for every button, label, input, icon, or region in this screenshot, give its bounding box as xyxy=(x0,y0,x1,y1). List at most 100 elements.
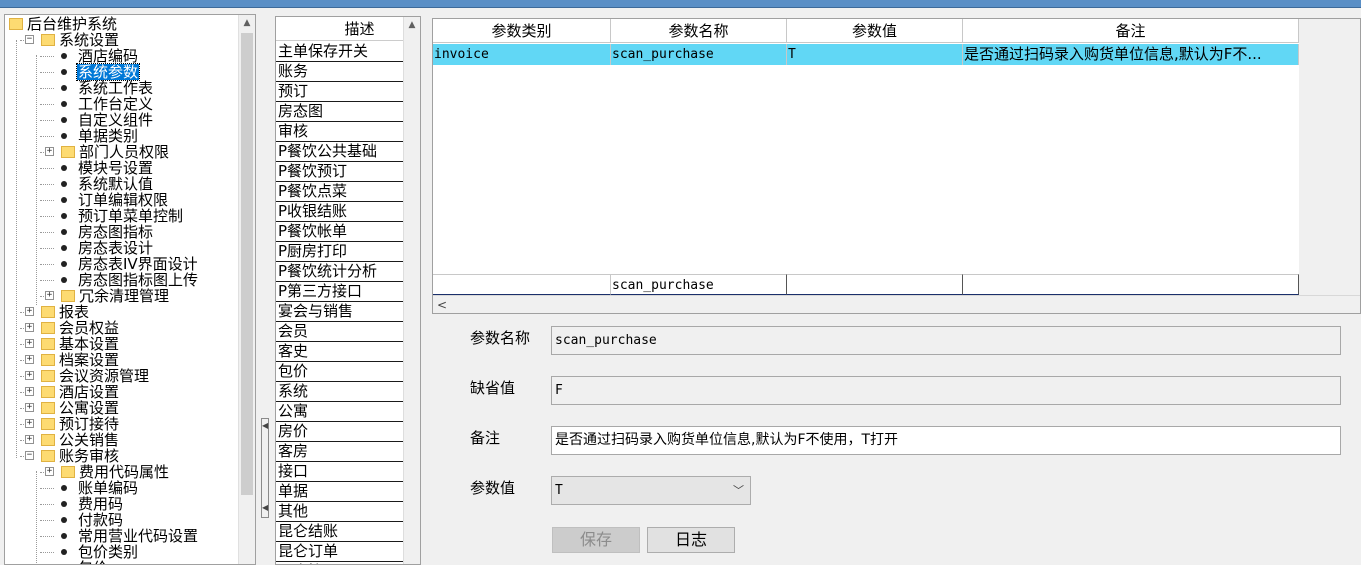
tree-item[interactable]: + 公寓设置 xyxy=(25,400,120,416)
row-cell-name[interactable]: scan_purchase xyxy=(611,44,787,65)
save-button[interactable]: 保存 xyxy=(552,527,640,553)
category-list-header[interactable]: 描述 xyxy=(276,17,404,41)
filter-cell-value[interactable] xyxy=(787,274,963,295)
collapse-icon[interactable]: − xyxy=(25,35,34,44)
tree-item[interactable]: 系统工作表 xyxy=(61,80,154,96)
filter-cell-name[interactable]: scan_purchase xyxy=(611,274,787,295)
param-grid[interactable]: 参数类别 参数名称 参数值 备注 invoice scan_purchase T… xyxy=(432,18,1361,314)
col-header-name[interactable]: 参数名称 xyxy=(611,19,787,43)
expand-icon[interactable]: + xyxy=(25,419,34,428)
category-list-item[interactable]: 账务 xyxy=(276,62,404,82)
log-button[interactable]: 日志 xyxy=(647,527,735,553)
collapse-left-icon[interactable]: ◀ xyxy=(262,419,268,433)
filter-cell-remark[interactable] xyxy=(963,274,1299,295)
col-header-category[interactable]: 参数类别 xyxy=(433,19,611,43)
expand-icon[interactable]: + xyxy=(25,339,34,348)
expand-icon[interactable]: + xyxy=(25,387,34,396)
tree-item[interactable]: 自定义组件 xyxy=(61,112,154,128)
tree-item[interactable]: − 系统设置 xyxy=(25,32,120,48)
col-header-value[interactable]: 参数值 xyxy=(787,19,963,43)
category-list-item[interactable]: 宴会与销售 xyxy=(276,302,404,322)
expand-icon[interactable]: + xyxy=(25,435,34,444)
expand-icon[interactable]: + xyxy=(45,147,54,156)
tree-root[interactable]: 后台维护系统 xyxy=(9,16,118,32)
tree-item[interactable]: − 账务审核 xyxy=(25,448,120,464)
category-list-item[interactable]: P餐饮点菜 xyxy=(276,182,404,202)
expand-icon[interactable]: + xyxy=(25,307,34,316)
tree-scrollbar[interactable]: ▲ xyxy=(238,15,255,564)
tree-item[interactable]: + 会员权益 xyxy=(25,320,120,336)
category-list-item[interactable]: P第三方接口 xyxy=(276,282,404,302)
scroll-up-icon[interactable]: ▲ xyxy=(239,15,255,32)
category-list-item[interactable]: 包价 xyxy=(276,362,404,382)
tree-item[interactable]: 账单编码 xyxy=(61,480,139,496)
expand-icon[interactable]: + xyxy=(25,403,34,412)
tree-scroll-thumb[interactable] xyxy=(241,33,253,495)
tree-item[interactable]: 模块号设置 xyxy=(61,160,154,176)
category-list-item[interactable]: 预订 xyxy=(276,82,404,102)
tree-item[interactable]: 酒店编码 xyxy=(61,48,139,64)
tree-item[interactable]: 单据类别 xyxy=(61,128,139,144)
tree-item[interactable]: 包价 xyxy=(61,560,109,564)
category-list-item[interactable]: P餐饮帐单 xyxy=(276,222,404,242)
tree-item[interactable]: + 报表 xyxy=(25,304,90,320)
tree-item[interactable]: + 会议资源管理 xyxy=(25,368,150,384)
category-list[interactable]: 描述 主单保存开关 账务 预订 房态图 审核 P餐饮公共基础 P餐饮预订 P餐饮点菜 P收银结账… xyxy=(275,16,421,565)
tree-item[interactable]: 预订单菜单控制 xyxy=(61,208,184,224)
tree-item[interactable]: 房态图指标 xyxy=(61,224,154,240)
category-list-item[interactable]: P厨房打印 xyxy=(276,242,404,262)
category-list-item[interactable]: 客史 xyxy=(276,342,404,362)
param-value-select[interactable]: T ﹀ xyxy=(551,476,751,505)
category-list-item[interactable]: P餐饮统计分析 xyxy=(276,262,404,282)
tree-item[interactable]: + 预订接待 xyxy=(25,416,120,432)
tree-item[interactable]: 房态表设计 xyxy=(61,240,154,256)
category-list-item[interactable]: 昆仑订单 xyxy=(276,542,404,562)
remark-field[interactable]: 是否通过扫码录入购货单位信息,默认为F不使用，T打开 xyxy=(551,426,1341,455)
tree-item[interactable]: 费用码 xyxy=(61,496,124,512)
tree-item[interactable]: + 部门人员权限 xyxy=(45,144,170,160)
expand-icon[interactable]: + xyxy=(25,355,34,364)
tree-item[interactable]: + 档案设置 xyxy=(25,352,120,368)
tree-item[interactable]: 房态图指标图上传 xyxy=(61,272,199,288)
row-cell-value[interactable]: T xyxy=(787,44,963,65)
expand-icon[interactable]: + xyxy=(45,291,54,300)
category-list-item[interactable]: P餐饮预订 xyxy=(276,162,404,182)
grid-hscrollbar[interactable]: < xyxy=(433,295,1360,313)
category-list-item[interactable]: 单据 xyxy=(276,482,404,502)
tree-item[interactable]: + 基本设置 xyxy=(25,336,120,352)
category-list-item[interactable]: 主单保存开关 xyxy=(276,42,404,62)
category-list-item[interactable]: 公寓 xyxy=(276,402,404,422)
category-list-item[interactable]: 客房 xyxy=(276,442,404,462)
tree-item[interactable]: 常用营业代码设置 xyxy=(61,528,199,544)
tree-item[interactable]: 付款码 xyxy=(61,512,124,528)
tree-item[interactable]: 系统默认值 xyxy=(61,176,154,192)
panel-splitter[interactable]: ◀ ◀ xyxy=(261,418,269,518)
category-list-item[interactable]: 系统 xyxy=(276,382,404,402)
expand-icon[interactable]: + xyxy=(25,323,34,332)
row-cell-category[interactable]: invoice xyxy=(433,44,611,65)
category-list-item[interactable]: 房态图 xyxy=(276,102,404,122)
expand-icon[interactable]: + xyxy=(25,371,34,380)
chevron-down-icon[interactable]: ﹀ xyxy=(733,477,744,504)
expand-icon[interactable]: + xyxy=(45,467,54,476)
default-value-field[interactable]: F xyxy=(551,376,1341,405)
collapse-icon[interactable]: − xyxy=(25,451,34,460)
category-list-item[interactable]: P收银结账 xyxy=(276,202,404,222)
tree-item[interactable]: + 冗余清理管理 xyxy=(45,288,170,304)
category-list-item[interactable]: 审核 xyxy=(276,122,404,142)
tree-item[interactable]: 包价类别 xyxy=(61,544,139,560)
tree-item[interactable]: 订单编辑权限 xyxy=(61,192,169,208)
scroll-left-icon[interactable]: < xyxy=(437,296,447,313)
category-list-scrollbar[interactable]: ▲ xyxy=(403,17,420,564)
param-name-field[interactable]: scan_purchase xyxy=(551,326,1341,355)
tree-item[interactable]: + 酒店设置 xyxy=(25,384,120,400)
tree-item[interactable]: + 费用代码属性 xyxy=(45,464,170,480)
tree-item[interactable]: + 公关销售 xyxy=(25,432,120,448)
row-cell-remark[interactable]: 是否通过扫码录入购货单位信息,默认为F不... xyxy=(963,44,1299,65)
category-list-item[interactable]: 会员 xyxy=(276,322,404,342)
category-list-item[interactable]: 房价 xyxy=(276,422,404,442)
category-list-item[interactable]: 昆仑结账 xyxy=(276,522,404,542)
collapse-left-icon-2[interactable]: ◀ xyxy=(262,501,268,515)
col-header-remark[interactable]: 备注 xyxy=(963,19,1299,43)
scroll-up-icon[interactable]: ▲ xyxy=(404,17,420,34)
